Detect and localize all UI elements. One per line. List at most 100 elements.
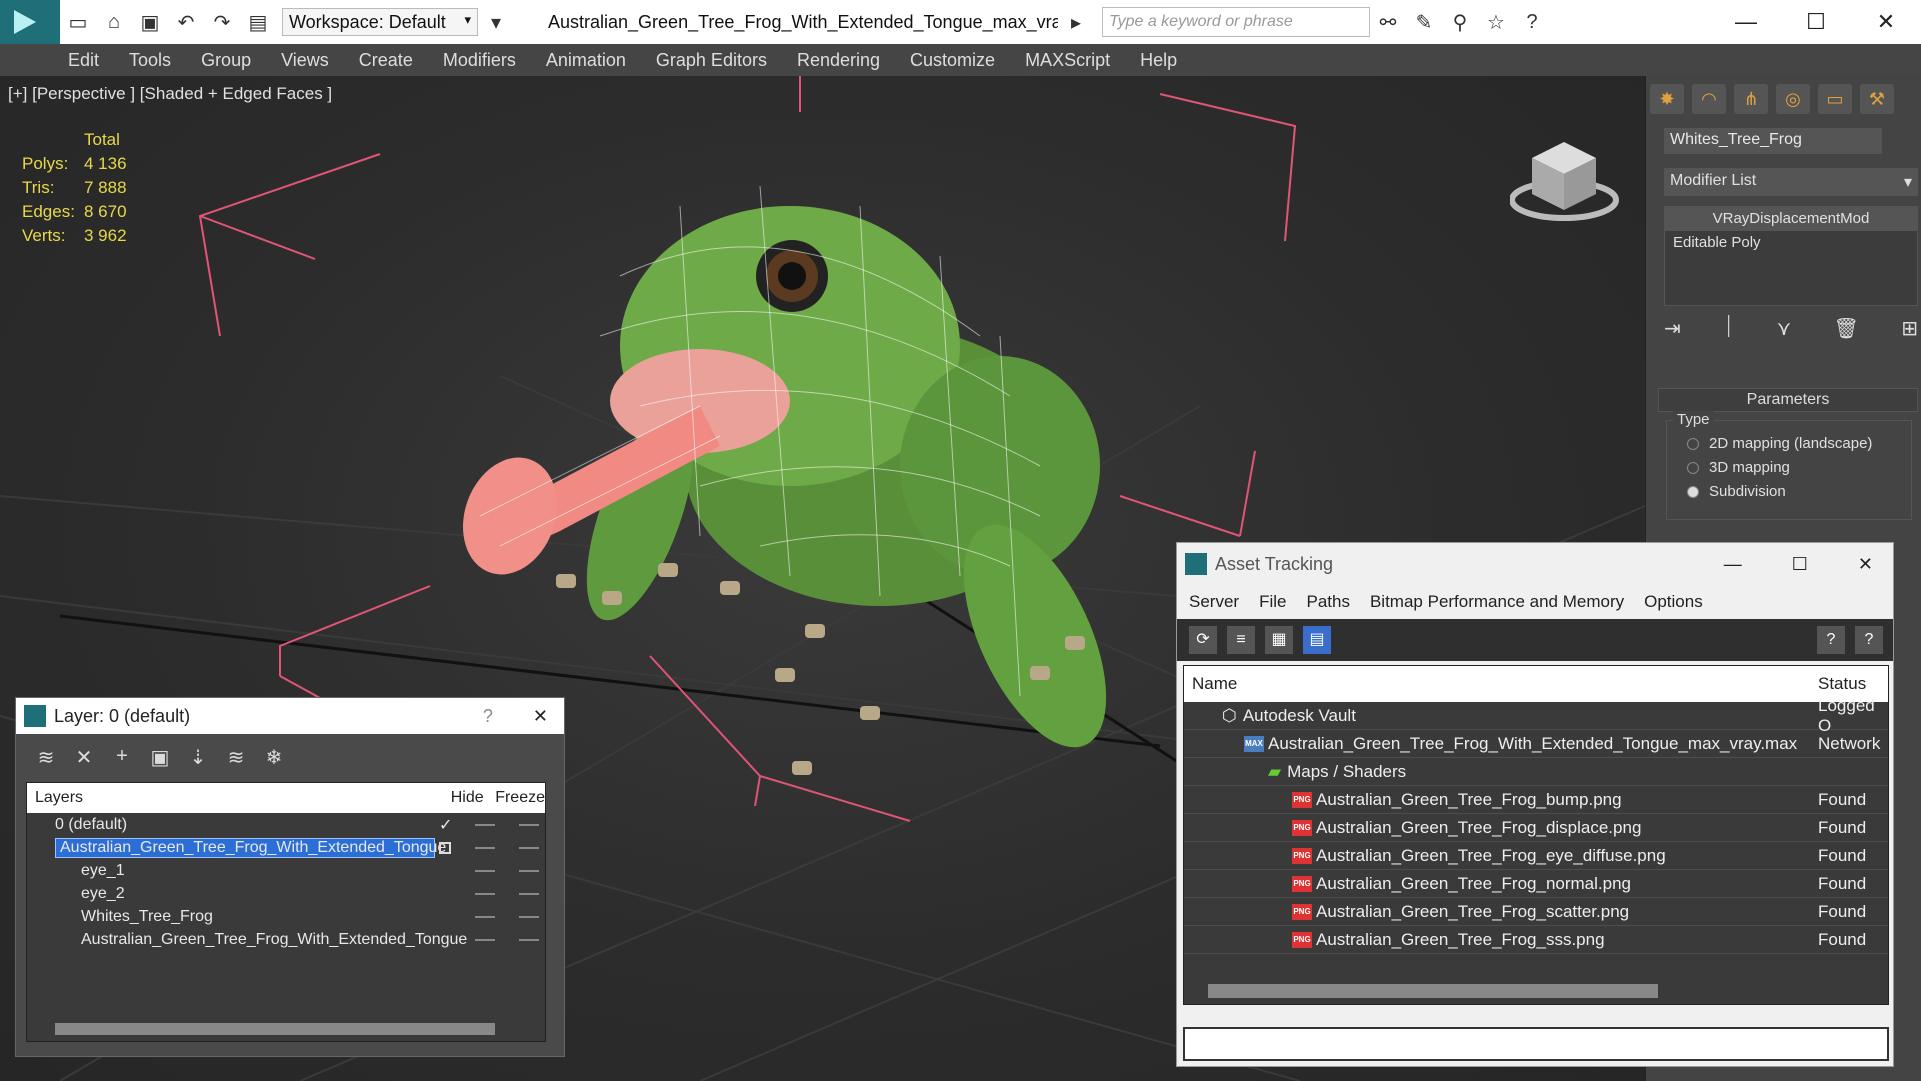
menu-animation[interactable]: Animation bbox=[546, 50, 626, 71]
minimize-icon[interactable]: — bbox=[1711, 0, 1781, 44]
menu-modifiers[interactable]: Modifiers bbox=[443, 50, 516, 71]
menu-file[interactable]: File bbox=[1259, 592, 1286, 612]
modifier-stack-item[interactable]: Editable Poly bbox=[1665, 231, 1917, 255]
menu-customize[interactable]: Customize bbox=[910, 50, 995, 71]
menu-edit[interactable]: Edit bbox=[68, 50, 99, 71]
hide-layers-icon[interactable]: ≋ bbox=[224, 745, 248, 769]
radio-3d-mapping[interactable]: 3D mapping bbox=[1687, 459, 1790, 476]
search-input[interactable]: Type a keyword or phrase bbox=[1102, 7, 1370, 37]
select-layer-icon[interactable]: ⇣ bbox=[186, 745, 210, 769]
help-settings-icon[interactable]: ? bbox=[1855, 626, 1883, 654]
expand-arrow-icon[interactable]: ▸ bbox=[1061, 7, 1091, 37]
maximize-icon[interactable]: ☐ bbox=[1792, 554, 1808, 575]
asset-row[interactable]: ⬡ Autodesk Vault Logged O bbox=[1184, 696, 1888, 735]
freeze-layers-icon[interactable]: ❄ bbox=[262, 745, 286, 769]
hide-column-header[interactable]: Hide bbox=[451, 789, 495, 807]
layer-row[interactable]: 0 (default) ✓ bbox=[27, 813, 545, 836]
asset-row[interactable]: MAX Australian_Green_Tree_Frog_With_Exten… bbox=[1184, 730, 1888, 758]
asset-row[interactable]: PNG Australian_Green_Tree_Frog_sss.png Fo… bbox=[1184, 926, 1888, 954]
add-to-layer-icon[interactable]: + bbox=[110, 745, 134, 767]
status-column-header[interactable]: Status bbox=[1818, 674, 1866, 694]
asset-row[interactable]: PNG Australian_Green_Tree_Frog_normal.png… bbox=[1184, 870, 1888, 898]
layer-row[interactable]: Whites_Tree_Frog bbox=[27, 905, 545, 928]
menu-maxscript[interactable]: MAXScript bbox=[1025, 50, 1110, 71]
asset-row[interactable]: PNG Australian_Green_Tree_Frog_scatter.pn… bbox=[1184, 898, 1888, 926]
save-icon[interactable]: ▣ bbox=[135, 7, 165, 37]
configure-sets-icon[interactable]: ⊞ bbox=[1901, 316, 1918, 341]
delete-layer-icon[interactable]: ✕ bbox=[72, 745, 96, 769]
close-icon[interactable]: ✕ bbox=[533, 706, 548, 727]
display-tab-icon[interactable]: ▭ bbox=[1818, 84, 1852, 114]
app-logo-icon[interactable] bbox=[0, 0, 60, 44]
object-name-field[interactable]: Whites_Tree_Frog bbox=[1664, 128, 1882, 154]
tools-icon[interactable]: ✎ bbox=[1409, 7, 1439, 37]
maximize-icon[interactable]: ☐ bbox=[1781, 0, 1851, 44]
redo-icon[interactable]: ↷ bbox=[207, 7, 237, 37]
modifier-list-dropdown[interactable]: Modifier List bbox=[1664, 168, 1918, 196]
asset-path-field[interactable] bbox=[1183, 1027, 1889, 1061]
hierarchy-tab-icon[interactable]: ⋔ bbox=[1734, 84, 1768, 114]
menu-server[interactable]: Server bbox=[1189, 592, 1239, 612]
menu-graph-editors[interactable]: Graph Editors bbox=[656, 50, 767, 71]
active-layer-box-icon[interactable] bbox=[439, 841, 451, 854]
asset-row[interactable]: PNG Australian_Green_Tree_Frog_bump.png F… bbox=[1184, 786, 1888, 814]
menu-group[interactable]: Group bbox=[201, 50, 251, 71]
menu-help[interactable]: Help bbox=[1140, 50, 1177, 71]
help-icon[interactable]: ? bbox=[1517, 7, 1547, 37]
layer-row[interactable]: Australian_Green_Tree_Frog_With_Extended… bbox=[27, 836, 545, 859]
dialog-title-bar[interactable]: Layer: 0 (default) ? ✕ bbox=[16, 698, 564, 734]
remove-modifier-icon[interactable]: 🗑 bbox=[1834, 316, 1859, 341]
menu-tools[interactable]: Tools bbox=[129, 50, 171, 71]
modifier-stack-item[interactable]: VRayDisplacementMod bbox=[1665, 207, 1917, 231]
star-icon[interactable]: ☆ bbox=[1481, 7, 1511, 37]
create-tab-icon[interactable]: ✸ bbox=[1650, 84, 1684, 114]
menu-bitmap-performance[interactable]: Bitmap Performance and Memory bbox=[1370, 592, 1624, 612]
viewcube-icon[interactable] bbox=[1510, 128, 1630, 228]
show-end-result-icon[interactable]: ⏐ bbox=[1723, 316, 1734, 341]
signin-icon[interactable]: ⚲ bbox=[1445, 7, 1475, 37]
menu-views[interactable]: Views bbox=[281, 50, 329, 71]
layer-row[interactable]: eye_2 bbox=[27, 882, 545, 905]
help-icon[interactable]: ? bbox=[1817, 626, 1845, 654]
horizontal-scrollbar[interactable] bbox=[1208, 984, 1658, 998]
new-file-icon[interactable]: ▭ bbox=[63, 7, 93, 37]
new-layer-icon[interactable]: ≋ bbox=[34, 745, 58, 769]
list-view-icon[interactable]: ≡ bbox=[1227, 626, 1255, 654]
minimize-icon[interactable]: — bbox=[1724, 554, 1742, 575]
close-icon[interactable]: ✕ bbox=[1858, 554, 1873, 575]
modify-tab-icon[interactable]: ◠ bbox=[1692, 84, 1726, 114]
workspace-dropdown[interactable]: Workspace: Default bbox=[282, 8, 478, 36]
motion-tab-icon[interactable]: ◎ bbox=[1776, 84, 1810, 114]
layer-row[interactable]: Australian_Green_Tree_Frog_With_Extended… bbox=[27, 928, 545, 951]
dialog-title-bar[interactable]: Asset Tracking — ☐ ✕ bbox=[1177, 543, 1893, 585]
horizontal-scrollbar[interactable] bbox=[55, 1023, 495, 1035]
pin-stack-icon[interactable]: ⇥ bbox=[1664, 316, 1681, 341]
utilities-tab-icon[interactable]: ⚒ bbox=[1860, 84, 1894, 114]
undo-icon[interactable]: ↶ bbox=[171, 7, 201, 37]
asset-row[interactable]: PNG Australian_Green_Tree_Frog_displace.p… bbox=[1184, 814, 1888, 842]
binoculars-icon[interactable]: ⚯ bbox=[1373, 7, 1403, 37]
menu-options[interactable]: Options bbox=[1644, 592, 1703, 612]
layer-row[interactable]: eye_1 bbox=[27, 859, 545, 882]
menu-rendering[interactable]: Rendering bbox=[797, 50, 880, 71]
name-column-header[interactable]: Name bbox=[1192, 674, 1237, 694]
layers-column-header[interactable]: Layers bbox=[35, 789, 451, 807]
help-icon[interactable]: ? bbox=[483, 706, 493, 727]
project-icon[interactable]: ▤ bbox=[243, 7, 273, 37]
asset-row[interactable]: PNG Australian_Green_Tree_Frog_eye_diffus… bbox=[1184, 842, 1888, 870]
refresh-icon[interactable]: ⟳ bbox=[1189, 626, 1217, 654]
freeze-column-header[interactable]: Freeze bbox=[495, 789, 545, 807]
make-unique-icon[interactable]: ⋎ bbox=[1777, 316, 1792, 341]
menu-paths[interactable]: Paths bbox=[1306, 592, 1349, 612]
menu-create[interactable]: Create bbox=[359, 50, 413, 71]
select-objects-icon[interactable]: ▣ bbox=[148, 745, 172, 769]
radio-2d-mapping[interactable]: 2D mapping (landscape) bbox=[1687, 435, 1872, 452]
asset-row[interactable]: ▰ Maps / Shaders bbox=[1184, 758, 1888, 786]
open-file-icon[interactable]: ⌂ bbox=[99, 7, 129, 37]
close-icon[interactable]: ✕ bbox=[1851, 0, 1921, 44]
thumbnail-view-icon[interactable]: ▦ bbox=[1265, 626, 1293, 654]
table-view-icon[interactable]: ▤ bbox=[1303, 626, 1331, 654]
radio-subdivision[interactable]: Subdivision bbox=[1687, 483, 1786, 500]
workspace-menu-icon[interactable]: ▾ bbox=[481, 7, 511, 37]
viewport-label[interactable]: [+] [Perspective ] [Shaded + Edged Faces… bbox=[8, 84, 332, 104]
